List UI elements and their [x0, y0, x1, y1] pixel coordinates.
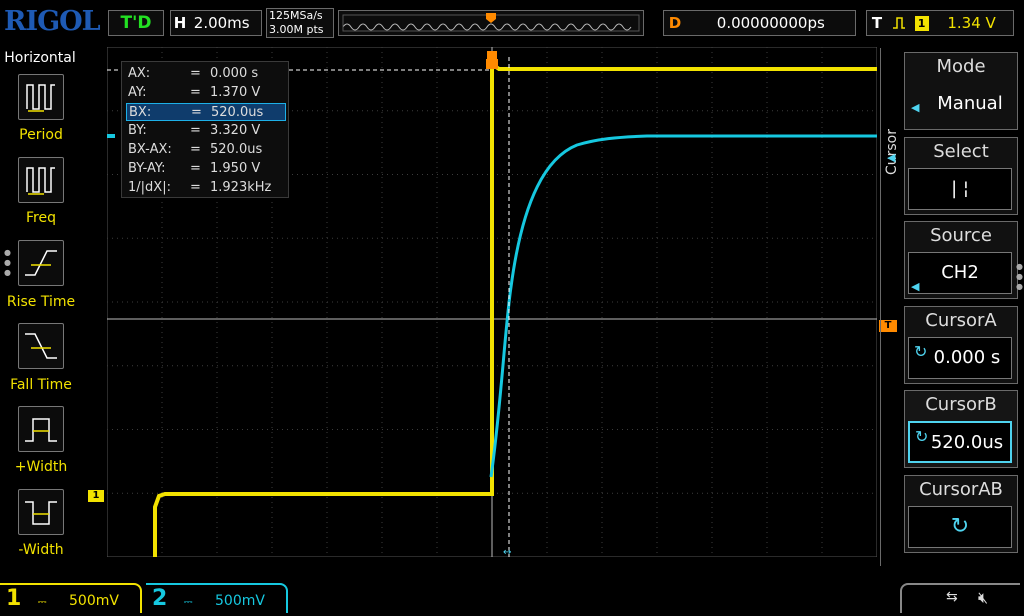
rise-time-label: Rise Time	[6, 294, 76, 310]
cursor-a-header: CursorA	[925, 310, 997, 331]
cursor-menu-tab[interactable]: Cursor ◀	[880, 48, 903, 566]
select-softkey[interactable]: Select | ¦	[904, 137, 1018, 215]
cursor-ab-value-box: ↻	[908, 506, 1012, 548]
delay-display[interactable]: D 0.00000000ps	[663, 10, 856, 36]
fall-time-label: Fall Time	[10, 377, 72, 393]
run-state-indicator[interactable]: T'D	[108, 10, 164, 36]
trigger-level: 1.34 V	[947, 14, 996, 32]
period-button[interactable]	[18, 74, 64, 120]
ch2-coupling-icon: ⎓	[183, 595, 193, 608]
source-value-box: ◀ CH2	[908, 252, 1012, 294]
trigger-position-icon	[486, 13, 496, 23]
mode-left-arrow-icon: ◀	[911, 101, 920, 114]
mode-header: Mode	[936, 56, 986, 77]
cursor-readout-panel: AX: = 0.000 s AY: = 1.370 V BX: = 520.0u…	[121, 61, 289, 198]
timebase-key: H	[173, 14, 187, 32]
system-status-area: ⇆ 🔇︎	[900, 583, 1020, 613]
period-icon	[26, 84, 55, 112]
cursor-ab-knob-icon: ↻	[950, 514, 970, 539]
select-value: | ¦	[908, 168, 1012, 210]
sample-rate: 125MSa/s	[269, 9, 323, 22]
positive-width-label: +Width	[14, 459, 68, 475]
left-menu-title: Horizontal	[4, 50, 76, 66]
trigger-source: 1	[914, 16, 929, 31]
timebase-value: 2.00ms	[193, 14, 250, 32]
waveform-overview[interactable]	[338, 10, 644, 36]
cursor-b-arrow-icon: ↔	[503, 547, 511, 557]
readout-row-by-ay: BY-AY: = 1.950 V	[128, 161, 261, 176]
cursor-b-value-box: ↻ 520.0us	[908, 421, 1012, 463]
fall-time-button[interactable]	[18, 323, 64, 369]
readout-row-bx-ax: BX-AX: = 520.0us	[128, 142, 263, 157]
frequency-button[interactable]	[18, 157, 64, 203]
ch2-number: 2	[152, 586, 168, 611]
delay-value: 0.00000000ps	[716, 14, 825, 32]
acquisition-info: 125MSa/s 3.00M pts	[266, 8, 334, 38]
rising-edge-icon	[892, 11, 910, 35]
source-value: CH2	[941, 262, 979, 283]
ch1-scale: 500mV	[69, 593, 119, 609]
rise-time-icon	[25, 250, 57, 276]
ch1-number: 1	[6, 586, 22, 611]
mode-value: Manual	[937, 93, 1003, 114]
frequency-label: Freq	[26, 210, 56, 226]
negative-width-icon	[25, 501, 57, 525]
memory-depth: 3.00M pts	[269, 23, 324, 36]
negative-width-label: -Width	[18, 542, 64, 558]
timebase-display[interactable]: H 2.00ms	[170, 10, 262, 36]
positive-width-button[interactable]	[18, 406, 64, 452]
positive-width-icon	[25, 418, 57, 442]
readout-row-ax: AX: = 0.000 s	[128, 66, 259, 81]
collapse-arrow-icon: ◀	[887, 151, 896, 164]
delay-key: D	[668, 14, 682, 32]
cursor-a-softkey[interactable]: CursorA ↻ 0.000 s	[904, 306, 1018, 384]
ch1-status[interactable]: 1 ⎓ 500mV	[0, 583, 142, 613]
negative-width-button[interactable]	[18, 489, 64, 535]
cursor-b-softkey[interactable]: CursorB ↻ 520.0us	[904, 390, 1018, 468]
mute-icon[interactable]: 🔇︎	[978, 588, 988, 608]
cursor-b-value: 520.0us	[930, 432, 1004, 453]
readout-row-bx: BX: = 520.0us	[126, 103, 286, 121]
cursor-a-knob-icon: ↻	[914, 342, 928, 361]
readout-row-inverse-dx: 1/|dX|: = 1.923kHz	[128, 180, 272, 195]
trigger-key: T	[871, 14, 883, 32]
mode-softkey[interactable]: Mode ◀ Manual	[904, 52, 1018, 130]
frequency-icon	[26, 167, 55, 195]
rise-time-button[interactable]	[18, 240, 64, 286]
period-label: Period	[19, 127, 63, 143]
fall-time-icon	[25, 333, 57, 359]
cursor-b-knob-icon: ↻	[915, 427, 929, 446]
ch1-offset-marker[interactable]: 1	[88, 490, 104, 502]
trigger-display[interactable]: T 1 1.34 V	[866, 10, 1014, 36]
source-left-arrow-icon: ◀	[911, 280, 920, 293]
select-header: Select	[933, 141, 989, 162]
source-header: Source	[930, 225, 992, 246]
cursor-a-value: 0.000 s	[933, 347, 1001, 368]
cursor-ab-softkey[interactable]: CursorAB ↻	[904, 475, 1018, 553]
ch1-coupling-icon: ⎓	[37, 595, 47, 608]
ch2-scale: 500mV	[215, 593, 265, 609]
cursor-b-header: CursorB	[925, 394, 997, 415]
source-softkey[interactable]: Source ◀ CH2	[904, 221, 1018, 299]
cursor-ab-header: CursorAB	[919, 479, 1003, 500]
right-page-dots-icon: ● ● ●	[1016, 262, 1023, 291]
readout-row-by: BY: = 3.320 V	[128, 123, 261, 138]
page-dots-icon: ● ● ●	[4, 248, 11, 277]
overview-wave-icon	[342, 13, 640, 32]
brand-logo: RIGOL	[4, 6, 101, 37]
usb-icon: ⇆	[946, 589, 958, 605]
cursor-a-value-box: ↻ 0.000 s	[908, 337, 1012, 379]
readout-row-ay: AY: = 1.370 V	[128, 85, 261, 100]
ch2-status[interactable]: 2 ⎓ 500mV	[146, 583, 288, 613]
